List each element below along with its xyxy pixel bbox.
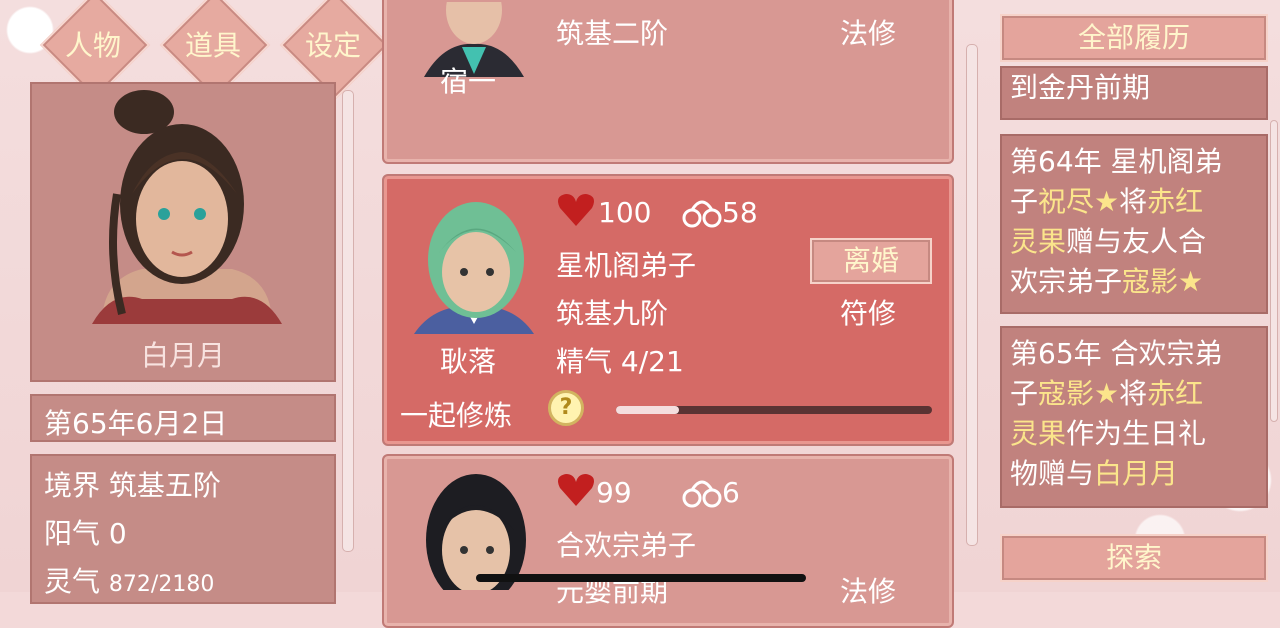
heart-icon: [558, 194, 594, 226]
companion-card-3[interactable]: 99 6 合欢宗弟子 元婴前期 法修: [382, 454, 954, 628]
history-text: 赠与友人合: [1066, 225, 1207, 258]
handcuffs-icon: [682, 200, 722, 228]
history-text: 将: [1119, 185, 1148, 218]
history-highlight: 灵果: [1010, 225, 1067, 258]
history-entry-partial: 到金丹前期: [1000, 66, 1268, 120]
home-indicator[interactable]: [476, 574, 806, 582]
companion-type-2: 符修: [840, 297, 897, 330]
companion-bond-3: 6: [722, 476, 740, 509]
nav-settings-label: 设定: [304, 29, 361, 62]
companion-sect-2: 星机阁弟子: [556, 249, 697, 282]
stat-realm: 境界 筑基五阶: [44, 464, 221, 504]
companion-portrait-3: [426, 474, 526, 590]
companion-type-1: 法修: [840, 17, 897, 50]
help-icon[interactable]: ?: [548, 390, 584, 426]
history-highlight: 寇影★: [1122, 265, 1204, 298]
history-highlight: 赤红: [1147, 377, 1204, 410]
stat-yang-label: 阳气: [44, 517, 101, 550]
stat-spirit: 灵气 872/2180: [44, 560, 214, 600]
history-highlight: 灵果: [1010, 417, 1067, 450]
stat-realm-value: 筑基五阶: [108, 469, 221, 502]
history-text: 将: [1119, 377, 1148, 410]
companion-sect-3: 合欢宗弟子: [556, 529, 697, 562]
stat-spirit-label: 灵气: [44, 565, 101, 598]
right-scrollbar[interactable]: [1270, 120, 1278, 422]
all-history-button[interactable]: 全部履历: [1000, 14, 1268, 62]
stat-spirit-value: 872/2180: [108, 572, 215, 597]
explore-button[interactable]: 探索: [1000, 534, 1268, 582]
companion-portrait-2: [414, 202, 534, 334]
nav-people-label: 人物: [64, 29, 121, 62]
divorce-button[interactable]: 离婚: [810, 238, 932, 284]
companion-type-3: 法修: [840, 575, 897, 608]
player-portrait: [92, 90, 282, 324]
stat-yang: 阳气 0: [44, 512, 127, 552]
stat-realm-label: 境界: [44, 469, 101, 502]
help-icon-glyph: ?: [559, 395, 573, 420]
player-portrait-panel: 白月月: [30, 82, 336, 382]
heart-icon: [558, 474, 594, 506]
companion-name-1: 宿一: [440, 65, 497, 98]
date-text: 第65年6月2日: [44, 407, 228, 440]
nav-items-label: 道具: [184, 29, 241, 62]
history-entry-1: 第64年 星机阁弟 子祝尽★将赤红 灵果赠与友人合 欢宗弟子寇影★: [1000, 134, 1268, 314]
companion-card-2[interactable]: 耿落 100 58 星机阁弟子 离婚 筑基九阶 符修 精气 4/21 一起修炼 …: [382, 174, 954, 446]
history-text: 第64年 星机阁弟: [1010, 145, 1223, 178]
companion-hp-3: 99: [596, 476, 632, 509]
companion-realm-2: 筑基九阶: [556, 297, 669, 330]
date-panel: 第65年6月2日: [30, 394, 336, 442]
history-text: 作为生日礼: [1066, 417, 1207, 450]
history-text: 子: [1010, 377, 1039, 410]
cultivate-progress-bar[interactable]: [616, 406, 932, 414]
history-text: 欢宗弟子: [1010, 265, 1123, 298]
cultivate-together-label: 一起修炼: [400, 399, 513, 432]
handcuffs-icon: [682, 480, 722, 508]
companion-realm-1: 筑基二阶: [556, 17, 669, 50]
stats-panel: 境界 筑基五阶 阳气 0 灵气 872/2180: [30, 454, 336, 604]
history-highlight: 白月月: [1094, 457, 1179, 490]
stat-yang-value: 0: [108, 517, 127, 550]
history-text: 第65年 合欢宗弟: [1010, 337, 1223, 370]
companion-hp-2: 100: [598, 196, 652, 229]
companion-bond-2: 58: [722, 196, 758, 229]
player-name: 白月月: [140, 339, 225, 372]
left-scrollbar[interactable]: [342, 90, 354, 552]
history-text: 物赠与: [1010, 457, 1095, 490]
history-highlight: 赤红: [1147, 185, 1204, 218]
companion-essence-2: 精气 4/21: [556, 345, 684, 378]
history-text: 子: [1010, 185, 1039, 218]
history-highlight: 祝尽★: [1038, 185, 1120, 218]
history-entry-2: 第65年 合欢宗弟 子寇影★将赤红 灵果作为生日礼 物赠与白月月: [1000, 326, 1268, 508]
companion-card-1[interactable]: 宿一 筑基二阶 法修: [382, 0, 954, 164]
cultivate-progress-fill: [616, 406, 680, 414]
history-partial-text: 到金丹前期: [1010, 71, 1151, 104]
companion-name-2: 耿落: [440, 345, 497, 378]
middle-scrollbar[interactable]: [966, 44, 978, 546]
history-highlight: 寇影★: [1038, 377, 1120, 410]
